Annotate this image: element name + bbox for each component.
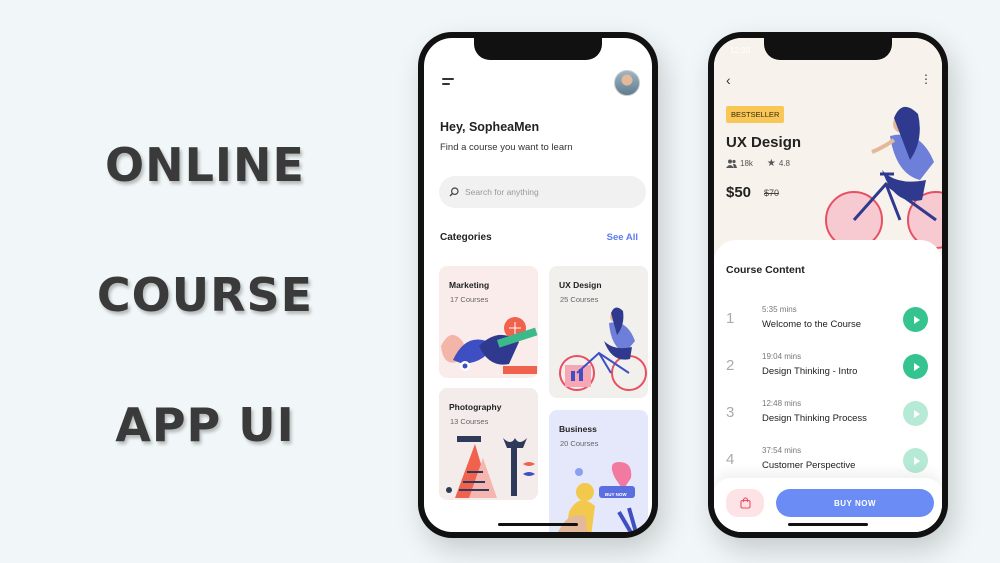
lesson-number: 3 [726,404,735,421]
home-indicator [788,523,868,526]
lesson-name: Customer Perspective [762,460,856,471]
lesson-item[interactable]: 3 12:48 mins Design Thinking Process [714,396,942,436]
category-count: 20 Courses [560,439,599,448]
search-input[interactable] [465,187,635,197]
play-button[interactable] [903,307,928,332]
categories-title: Categories [440,232,492,243]
lesson-duration: 37:54 mins [762,446,802,455]
see-all-link[interactable]: See All [607,232,638,243]
avatar[interactable] [614,70,640,96]
category-card-photography[interactable]: Photography 13 Courses [439,388,538,500]
lesson-number: 2 [726,357,735,374]
greeting: Hey, SopheaMen [440,120,540,134]
lesson-item[interactable]: 4 37:54 mins Customer Perspective [714,443,942,483]
play-icon [913,456,920,465]
menu-icon[interactable] [442,78,458,88]
phone-course-detail: 12:30 ‹ ⋮ BESTSELLER UX Design 18k ★ 4.8… [708,32,948,538]
lesson-number: 1 [726,310,735,327]
shopping-bag-icon [739,497,751,509]
category-name: Photography [449,402,502,412]
category-card-marketing[interactable]: Marketing 17 Courses [439,266,538,378]
course-detail-screen: 12:30 ‹ ⋮ BESTSELLER UX Design 18k ★ 4.8… [714,38,942,532]
students-stat: 18k [726,159,753,168]
rating-value: 4.8 [778,159,790,168]
rating-stat: ★ 4.8 [767,158,790,169]
users-icon [726,159,737,168]
category-name: Marketing [449,280,490,290]
search-icon [449,187,459,197]
photography-illustration [446,436,535,498]
lesson-number: 4 [726,451,735,468]
play-icon [913,362,920,371]
course-stats: 18k ★ 4.8 [726,158,790,169]
category-card-ux-design[interactable]: UX Design 25 Courses [549,266,648,398]
headline-online: ONLINE [105,138,305,192]
students-count: 18k [740,159,753,168]
phone-notch [764,38,892,60]
play-icon [913,315,920,324]
phone-notch [474,38,602,60]
course-content-title: Course Content [726,264,805,276]
headline-app-ui: APP UI [115,398,295,452]
headline-course: COURSE [96,268,314,322]
lesson-duration: 19:04 mins [762,352,802,361]
lesson-duration: 12:48 mins [762,399,802,408]
ux-design-illustration [559,307,647,391]
cyclist-illustration [825,106,942,249]
phone-home: Hey, SopheaMen Find a course you want to… [418,32,658,538]
lesson-name: Welcome to the Course [762,319,862,330]
play-button-locked[interactable] [903,401,928,426]
lesson-name: Design Thinking Process [762,413,867,424]
course-hero: ‹ ⋮ BESTSELLER UX Design 18k ★ 4.8 $50 $… [714,38,942,258]
course-title: UX Design [726,134,802,151]
buy-now-mini-label: BUY NOW [605,492,627,497]
cart-button[interactable] [726,489,764,517]
bestseller-badge: BESTSELLER [726,106,785,123]
lesson-name: Design Thinking - Intro [762,366,858,377]
back-chevron-icon[interactable]: ‹ [726,72,731,88]
buy-now-button[interactable]: BUY NOW [776,489,934,517]
more-vertical-icon[interactable]: ⋮ [920,72,932,86]
business-illustration [558,462,638,532]
star-icon: ★ [766,158,776,169]
greeting-subtitle: Find a course you want to learn [440,142,573,153]
home-indicator [498,523,578,526]
lesson-item[interactable]: 2 19:04 mins Design Thinking - Intro [714,349,942,389]
status-time: 12:30 [730,46,751,55]
lesson-duration: 5:35 mins [762,305,797,314]
play-icon [913,409,920,418]
home-screen: Hey, SopheaMen Find a course you want to… [424,38,652,532]
play-button[interactable] [903,354,928,379]
category-count: 17 Courses [450,295,489,304]
lesson-item[interactable]: 1 5:35 mins Welcome to the Course [714,302,942,342]
category-name: UX Design [559,280,602,290]
course-old-price: $70 [764,188,780,198]
category-count: 13 Courses [450,417,489,426]
category-card-business[interactable]: Business 20 Courses BUY NOW [549,410,648,532]
play-button-locked[interactable] [903,448,928,473]
course-price: $50 [726,184,752,201]
search-bar[interactable] [439,176,646,208]
marketing-illustration [441,317,538,374]
category-name: Business [559,424,597,434]
